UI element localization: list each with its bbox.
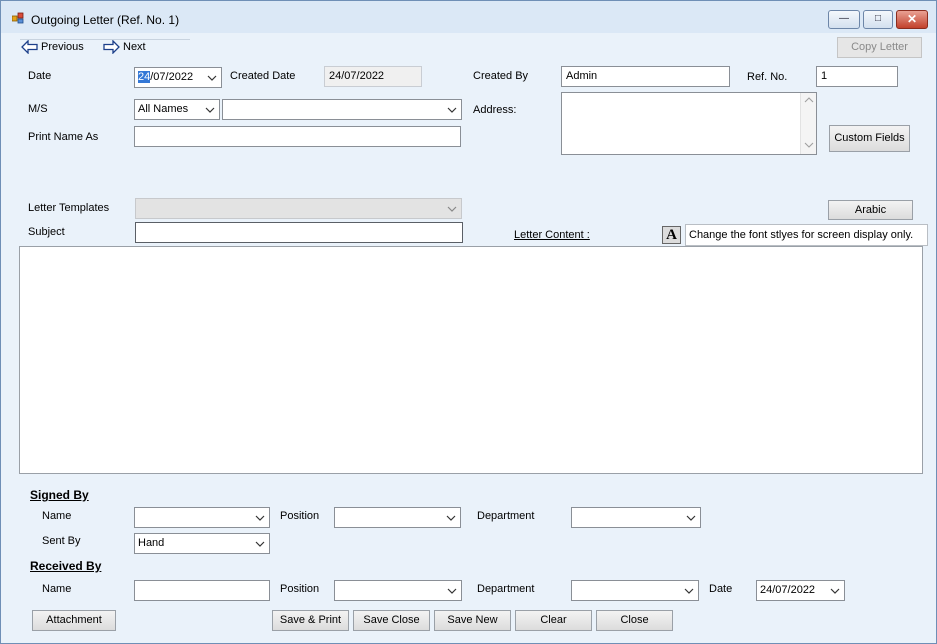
chevron-down-icon [447, 107, 457, 113]
chevron-up-icon [804, 97, 814, 103]
chevron-down-icon [447, 588, 457, 594]
save-close-button[interactable]: Save Close [353, 610, 430, 631]
subject-label: Subject [28, 226, 65, 238]
next-label: Next [123, 41, 146, 53]
print-name-label: Print Name As [28, 131, 99, 143]
created-date-label: Created Date [230, 70, 296, 82]
copy-letter-button[interactable]: Copy Letter [837, 37, 922, 58]
signed-department-select[interactable] [571, 507, 701, 528]
received-date-picker[interactable]: 24/07/2022 [756, 580, 845, 601]
received-department-label: Department [477, 583, 535, 595]
sent-by-label: Sent By [42, 535, 81, 547]
print-name-field[interactable] [134, 126, 461, 147]
clear-button[interactable]: Clear [515, 610, 592, 631]
created-by-field[interactable]: Admin [561, 66, 730, 87]
ref-no-label: Ref. No. [747, 71, 788, 83]
chevron-down-icon [830, 588, 840, 594]
custom-fields-button[interactable]: Custom Fields [829, 125, 910, 152]
chevron-down-icon [686, 515, 696, 521]
ref-no-field[interactable]: 1 [816, 66, 898, 87]
address-textarea[interactable] [561, 92, 817, 155]
save-print-button[interactable]: Save & Print [272, 610, 349, 631]
received-position-select[interactable] [334, 580, 462, 601]
subject-field[interactable] [135, 222, 463, 243]
address-scrollbar[interactable] [800, 93, 816, 154]
title-bar: Outgoing Letter (Ref. No. 1) — □ ✕ [1, 1, 936, 33]
created-date-field: 24/07/2022 [324, 66, 422, 87]
attachment-button[interactable]: Attachment [32, 610, 116, 631]
received-by-heading: Received By [30, 559, 102, 573]
letter-templates-label: Letter Templates [28, 202, 110, 214]
received-position-label: Position [280, 583, 320, 595]
arrow-left-icon [21, 40, 38, 54]
close-window-button[interactable]: ✕ [896, 10, 928, 29]
received-date-label: Date [709, 583, 733, 595]
previous-label: Previous [41, 41, 84, 53]
chevron-down-icon [205, 107, 215, 113]
arabic-button[interactable]: Arabic [828, 200, 913, 220]
received-date-value: 24/07/2022 [760, 584, 816, 596]
signed-department-label: Department [477, 510, 535, 522]
ms-filter-select[interactable]: All Names [134, 99, 220, 120]
minimize-button[interactable]: — [828, 10, 860, 29]
chevron-down-icon [684, 588, 694, 594]
received-name-label: Name [42, 583, 72, 595]
chevron-down-icon [255, 541, 265, 547]
address-label: Address: [473, 104, 517, 116]
chevron-down-icon [447, 206, 457, 212]
app-icon [12, 12, 24, 24]
date-label: Date [28, 70, 52, 82]
chevron-down-icon [255, 515, 265, 521]
sent-by-value: Hand [138, 537, 165, 549]
received-department-select[interactable] [571, 580, 699, 601]
signed-by-heading: Signed By [30, 488, 89, 502]
date-rest: /07/2022 [150, 71, 194, 83]
letter-content-editor[interactable] [19, 246, 923, 474]
sent-by-select[interactable]: Hand [134, 533, 270, 554]
received-name-field[interactable] [134, 580, 270, 601]
ms-filter-value: All Names [138, 103, 189, 115]
signed-position-label: Position [280, 510, 320, 522]
created-by-label: Created By [473, 70, 529, 82]
signed-name-label: Name [42, 510, 72, 522]
chevron-down-icon [207, 75, 217, 81]
date-picker[interactable]: 24/07/2022 [134, 67, 222, 88]
signed-position-select[interactable] [334, 507, 461, 528]
font-style-hint: Change the font stlyes for screen displa… [685, 224, 928, 246]
close-icon: ✕ [906, 12, 918, 26]
save-new-button[interactable]: Save New [434, 610, 511, 631]
maximize-button[interactable]: □ [863, 10, 893, 29]
arrow-right-icon [103, 40, 120, 54]
close-button[interactable]: Close [596, 610, 673, 631]
font-style-icon[interactable]: A [662, 226, 681, 244]
minimize-icon: — [839, 13, 849, 24]
maximize-icon: □ [874, 13, 882, 24]
date-day-selected: 24 [138, 71, 151, 83]
chevron-down-icon [804, 142, 814, 148]
ms-name-select[interactable] [222, 99, 462, 120]
letter-templates-select[interactable] [135, 198, 462, 219]
ms-label: M/S [28, 103, 48, 115]
chevron-down-icon [446, 515, 456, 521]
window-title: Outgoing Letter (Ref. No. 1) [31, 13, 180, 27]
signed-name-select[interactable] [134, 507, 270, 528]
letter-content-label[interactable]: Letter Content : [514, 229, 590, 241]
outgoing-letter-window: Outgoing Letter (Ref. No. 1) — □ ✕ Previ… [0, 0, 937, 644]
